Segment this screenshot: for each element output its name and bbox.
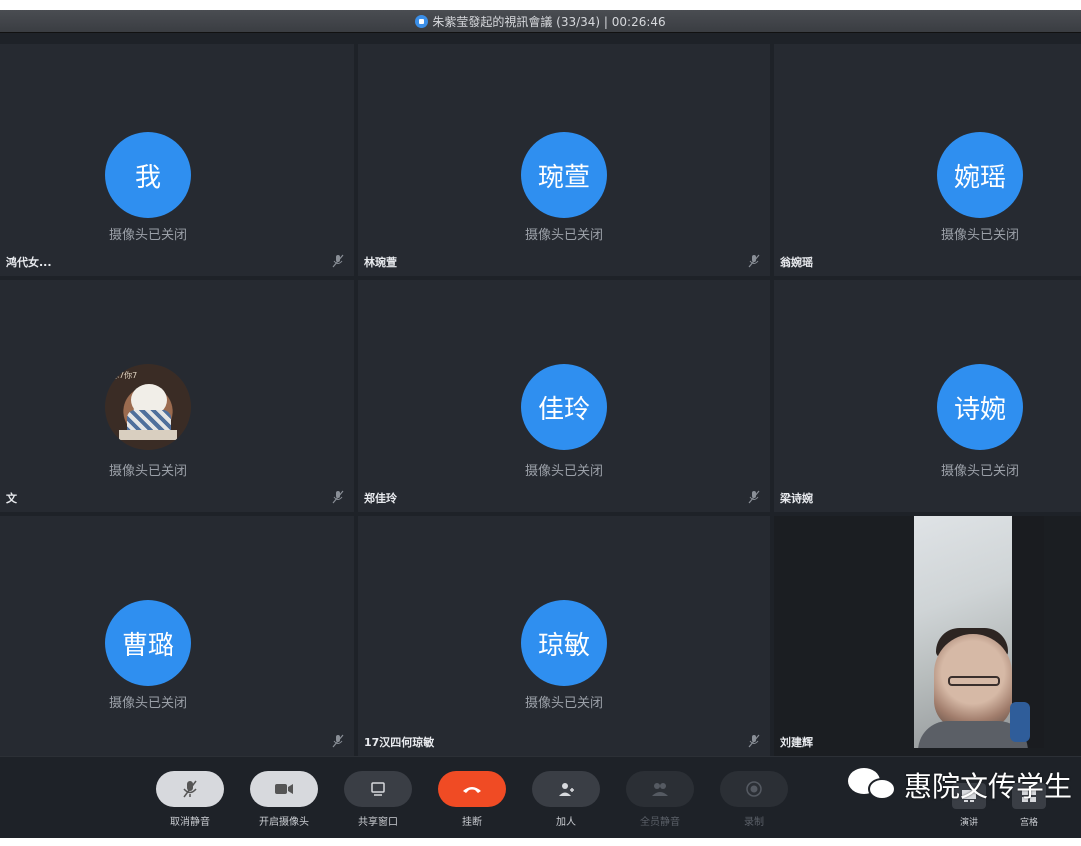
record-icon: [746, 781, 762, 797]
participant-avatar: 我: [105, 132, 191, 218]
participant-name: 翁婉瑶: [780, 256, 813, 269]
add-person-icon: [559, 783, 574, 796]
share-window-label: 共享窗口: [358, 817, 398, 828]
participant-tile[interactable]: 你7你7 摄像头已关闭 文: [0, 280, 354, 512]
meeting-toolbar: 取消静音 开启摄像头 共享窗口 挂断 加人 全员静音 录制 演讲 宫格 惠院文传…: [0, 756, 1081, 838]
camera-icon: [275, 784, 293, 794]
add-people-button[interactable]: 加人: [530, 771, 602, 828]
hang-up-icon: [463, 787, 481, 793]
wechat-watermark: 惠院文传学生: [848, 765, 1072, 805]
participant-name: 17汉四何琼敏: [364, 736, 435, 749]
camera-off-status: 摄像头已关闭: [524, 228, 603, 243]
start-camera-button[interactable]: 开启摄像头: [248, 771, 320, 828]
participant-name: 刘建辉: [780, 736, 813, 749]
participant-avatar: 婉瑶: [937, 132, 1023, 218]
participant-tile[interactable]: 佳玲 摄像头已关闭 郑佳玲: [358, 280, 770, 512]
participant-tile[interactable]: 婉瑶 摄像头已关闭 翁婉瑶: [774, 44, 1081, 276]
participant-name: 梁诗婉: [780, 492, 813, 505]
participant-name: 文: [6, 492, 17, 505]
share-window-button[interactable]: 共享窗口: [342, 771, 414, 828]
title-bar: 朱紫莹發起的視訊會議 (33/34) | 00:26:46: [0, 10, 1081, 33]
meeting-window: 朱紫莹發起的視訊會議 (33/34) | 00:26:46 我 摄像头已关闭 鸿…: [0, 10, 1081, 838]
unmute-button[interactable]: 取消静音: [154, 771, 226, 828]
record-label: 录制: [744, 817, 764, 828]
camera-off-status: 摄像头已关闭: [524, 696, 603, 711]
camera-off-status: 摄像头已关闭: [524, 464, 603, 479]
camera-off-status: 摄像头已关闭: [108, 464, 187, 479]
participant-tile[interactable]: 我 摄像头已关闭 鸿代女...: [0, 44, 354, 276]
participant-tile[interactable]: 琬萱 摄像头已关闭 林琬萱: [358, 44, 770, 276]
hang-up-button[interactable]: 挂断: [436, 771, 508, 828]
participant-video-feed: [914, 516, 1044, 748]
meeting-lock-icon: [415, 14, 429, 28]
speaker-view-label: 演讲: [959, 818, 978, 828]
wechat-icon: [848, 766, 898, 804]
participant-avatar: 佳玲: [521, 364, 607, 450]
participant-video-tile[interactable]: 刘建辉: [774, 516, 1081, 756]
unmute-label: 取消静音: [170, 817, 210, 828]
participant-name: 郑佳玲: [364, 492, 397, 505]
participant-avatar: 琬萱: [521, 132, 607, 218]
camera-off-status: 摄像头已关闭: [940, 228, 1019, 243]
mic-muted-icon: [332, 734, 344, 748]
participant-name: 林琬萱: [364, 256, 397, 269]
participant-avatar: 曹璐: [105, 600, 191, 686]
share-screen-icon: [371, 782, 385, 796]
participant-avatar: 诗婉: [937, 364, 1023, 450]
start-camera-label: 开启摄像头: [259, 817, 309, 828]
record-button[interactable]: 录制: [718, 771, 790, 828]
add-people-label: 加人: [556, 817, 576, 828]
camera-off-status: 摄像头已关闭: [108, 696, 187, 711]
mic-muted-icon: [748, 254, 760, 268]
window-title: 朱紫莹發起的視訊會議 (33/34) | 00:26:46: [432, 14, 666, 29]
hang-up-label: 挂断: [462, 817, 482, 828]
mute-all-label: 全员静音: [640, 817, 680, 828]
mic-muted-icon: [748, 734, 760, 748]
grid-view-label: 宫格: [1019, 818, 1038, 828]
participant-photo-avatar: 你7你7: [105, 364, 191, 450]
participant-tile[interactable]: 诗婉 摄像头已关闭 梁诗婉: [774, 280, 1081, 512]
participant-avatar: 琼敏: [521, 600, 607, 686]
participant-grid: 我 摄像头已关闭 鸿代女... 琬萱 摄像头已关闭 林琬萱 婉瑶 摄像头已关闭 …: [0, 44, 1081, 756]
mic-muted-icon: [332, 254, 344, 268]
mute-all-button[interactable]: 全员静音: [624, 771, 696, 828]
participant-tile[interactable]: 琼敏 摄像头已关闭 17汉四何琼敏: [358, 516, 770, 756]
mute-all-icon: [652, 783, 668, 796]
watermark-text: 惠院文传学生: [904, 770, 1073, 803]
mic-muted-icon: [183, 780, 197, 798]
participant-name: 鸿代女...: [6, 256, 52, 269]
camera-off-status: 摄像头已关闭: [940, 464, 1019, 479]
participant-tile[interactable]: 曹璐 摄像头已关闭: [0, 516, 354, 756]
mic-muted-icon: [332, 490, 344, 504]
mic-muted-icon: [748, 490, 760, 504]
avatar-photo-caption: 你7你7: [111, 371, 138, 380]
camera-off-status: 摄像头已关闭: [108, 228, 187, 243]
